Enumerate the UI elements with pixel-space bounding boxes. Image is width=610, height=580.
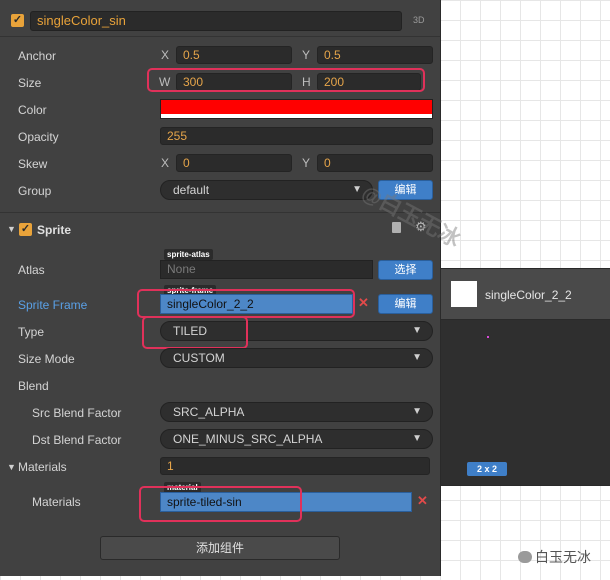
anchor-x-input[interactable]: 0.5 (176, 46, 292, 64)
skew-x-input[interactable]: 0 (176, 154, 292, 172)
dst-blend-value: ONE_MINUS_SRC_ALPHA (173, 432, 323, 446)
clear-icon[interactable]: ✕ (358, 295, 369, 311)
anchor-x-label: X (161, 48, 170, 62)
preview-pixel (487, 336, 489, 338)
node-active-checkbox[interactable]: ✓ (11, 14, 24, 27)
preview-size-value: 2 x 2 (476, 464, 498, 474)
anchor-label: Anchor (18, 49, 57, 63)
sprite-frame-label: Sprite Frame (18, 298, 88, 312)
chevron-down-icon: ▼ (412, 433, 422, 444)
size-mode-label: Size Mode (18, 352, 75, 366)
size-mode-value: CUSTOM (173, 351, 225, 365)
size-label: Size (18, 76, 42, 90)
chevron-down-icon: ▼ (412, 352, 422, 363)
atlas-select-button[interactable]: 选择 (378, 260, 433, 280)
header-divider (0, 36, 440, 37)
preview-canvas: 2 x 2 (441, 320, 610, 485)
mode-3d-toggle[interactable]: 3D (413, 15, 425, 25)
src-blend-dropdown[interactable]: SRC_ALPHA ▼ (160, 402, 433, 422)
src-blend-value: SRC_ALPHA (173, 405, 245, 419)
sprite-frame-highlight (137, 289, 355, 318)
blend-label: Blend (18, 379, 49, 393)
skew-label: Skew (18, 157, 48, 171)
anchor-y-label: Y (302, 48, 311, 62)
collapse-triangle-icon[interactable]: ▼ (7, 224, 16, 234)
skew-y-value: 0 (324, 156, 331, 170)
opacity-label: Opacity (18, 130, 59, 144)
anchor-x-value: 0.5 (183, 48, 200, 62)
preview-thumbnail (451, 281, 477, 307)
node-name: singleColor_sin (37, 13, 126, 28)
material-highlight (139, 486, 302, 522)
skew-y-label: Y (302, 156, 311, 170)
opacity-value: 255 (167, 129, 188, 143)
materials-count-input[interactable]: 1 (160, 457, 430, 475)
footer-watermark: 白玉无冰 (518, 547, 591, 567)
materials-header-label: Materials (18, 460, 67, 474)
sprite-frame-preview: singleColor_2_2 2 x 2 (440, 268, 610, 486)
skew-y-input[interactable]: 0 (317, 154, 433, 172)
color-label: Color (18, 103, 47, 117)
group-dropdown[interactable]: default ▼ (160, 180, 373, 200)
preview-header: singleColor_2_2 (441, 269, 610, 320)
color-swatch[interactable] (160, 99, 433, 119)
size-highlight (147, 68, 425, 92)
materials-collapse-icon[interactable]: ▼ (7, 462, 16, 472)
dst-blend-label: Dst Blend Factor (32, 433, 122, 447)
sprite-frame-edit-button[interactable]: 编辑 (378, 294, 433, 314)
node-name-input[interactable]: singleColor_sin (30, 11, 402, 31)
atlas-label: Atlas (18, 263, 45, 277)
dst-blend-dropdown[interactable]: ONE_MINUS_SRC_ALPHA ▼ (160, 429, 433, 449)
atlas-asset-field[interactable]: None (160, 260, 373, 279)
chevron-down-icon: ▼ (412, 325, 422, 336)
preview-size-badge: 2 x 2 (467, 462, 507, 476)
skew-x-label: X (161, 156, 170, 170)
add-component-button[interactable]: 添加组件 (100, 536, 340, 560)
node-header: ✓ singleColor_sin 3D (0, 8, 440, 34)
group-label: Group (18, 184, 52, 198)
opacity-input[interactable]: 255 (160, 127, 433, 145)
type-highlight (142, 316, 248, 349)
preview-title: singleColor_2_2 (485, 288, 572, 302)
sprite-enabled-checkbox[interactable]: ✓ (19, 223, 32, 236)
anchor-y-input[interactable]: 0.5 (317, 46, 433, 64)
materials-item-label: Materials (32, 495, 81, 509)
src-blend-label: Src Blend Factor (32, 406, 122, 420)
anchor-y-value: 0.5 (324, 48, 341, 62)
inspector-panel: ✓ singleColor_sin 3D Anchor X 0.5 Y 0.5 … (0, 0, 441, 576)
size-mode-dropdown[interactable]: CUSTOM ▼ (160, 348, 433, 368)
type-label: Type (18, 325, 45, 339)
add-component-label: 添加组件 (195, 541, 244, 555)
atlas-type-tag: sprite-atlas (164, 249, 213, 260)
atlas-value: None (167, 262, 196, 276)
group-value: default (173, 183, 210, 197)
chevron-down-icon: ▼ (412, 406, 422, 417)
materials-count-value: 1 (167, 459, 174, 473)
color-alpha-bar (161, 114, 432, 118)
wechat-icon (518, 551, 532, 563)
material-clear-icon[interactable]: ✕ (417, 493, 428, 509)
footer-watermark-text: 白玉无冰 (535, 549, 591, 565)
sprite-title: Sprite (37, 223, 72, 237)
skew-x-value: 0 (183, 156, 190, 170)
